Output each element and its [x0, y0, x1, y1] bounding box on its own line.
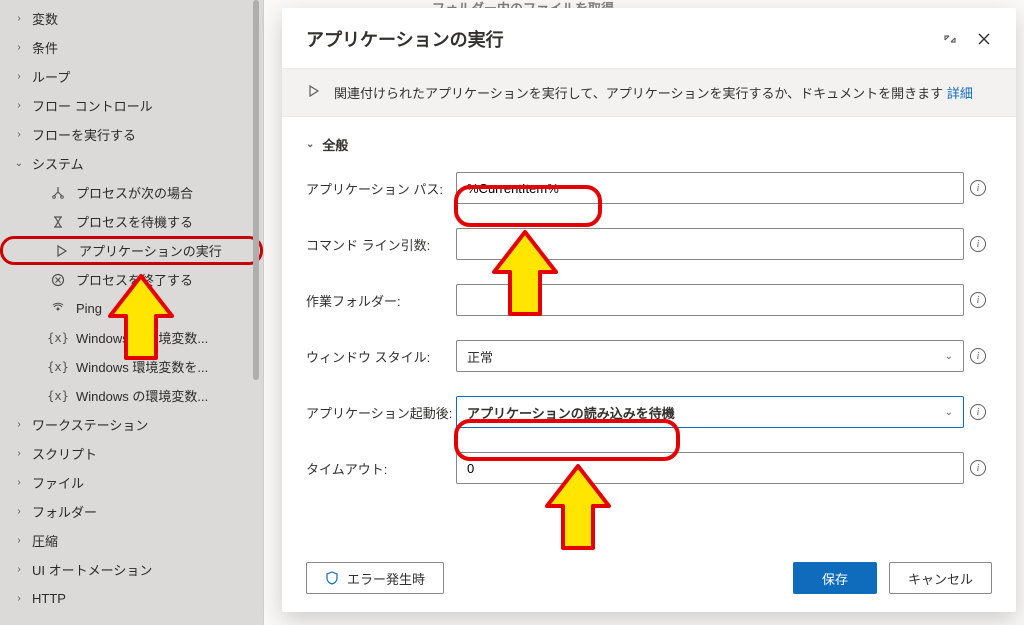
annotation-arrow-path — [490, 228, 560, 318]
tree-group-folder[interactable]: ›フォルダー — [0, 497, 263, 526]
section-general[interactable]: ⌄全般 — [306, 135, 992, 154]
tree-group-ui-automation[interactable]: ›UI オートメーション — [0, 555, 263, 584]
input-app-path[interactable] — [456, 172, 964, 204]
tree-group-system[interactable]: ⌄システム — [0, 149, 263, 178]
select-after-launch[interactable]: アプリケーションの読み込みを待機⌄ — [456, 396, 964, 428]
dialog-title: アプリケーションの実行 — [306, 26, 504, 52]
tree-item-process-if[interactable]: プロセスが次の場合 — [0, 178, 263, 207]
info-text: 関連付けられたアプリケーションを実行して、アプリケーションを実行するか、ドキュメ… — [334, 86, 943, 101]
annotation-arrow-sidebar — [106, 272, 176, 362]
info-bar: 関連付けられたアプリケーションを実行して、アプリケーションを実行するか、ドキュメ… — [282, 68, 1016, 117]
tree-group-workstation[interactable]: ›ワークステーション — [0, 410, 263, 439]
info-icon[interactable]: i — [970, 236, 986, 252]
info-icon[interactable]: i — [970, 404, 986, 420]
play-icon — [306, 84, 322, 101]
expand-icon[interactable] — [942, 31, 958, 47]
info-icon[interactable]: i — [970, 348, 986, 364]
shield-icon — [325, 571, 339, 585]
tree-group-runflow[interactable]: ›フローを実行する — [0, 120, 263, 149]
tree-group-loops[interactable]: ›ループ — [0, 62, 263, 91]
on-error-button[interactable]: エラー発生時 — [306, 562, 444, 594]
action-properties-dialog: アプリケーションの実行 関連付けられたアプリケーションを実行して、アプリケーショ… — [282, 8, 1016, 612]
cancel-button[interactable]: キャンセル — [889, 562, 992, 594]
tree-group-scripts[interactable]: ›スクリプト — [0, 439, 263, 468]
tree-group-conditions[interactable]: ›条件 — [0, 33, 263, 62]
dialog-header: アプリケーションの実行 — [282, 8, 1016, 68]
tree-group-http[interactable]: ›HTTP — [0, 584, 263, 613]
dialog-body: ⌄全般 アプリケーション パス: i コマンド ライン引数: i 作業フォルダー… — [282, 117, 1016, 548]
label-cmd-args: コマンド ライン引数: — [306, 235, 456, 254]
tree-item-wait-process[interactable]: プロセスを待機する — [0, 207, 263, 236]
tree-group-compress[interactable]: ›圧縮 — [0, 526, 263, 555]
close-icon[interactable] — [976, 31, 992, 47]
info-icon[interactable]: i — [970, 180, 986, 196]
label-win-style: ウィンドウ スタイル: — [306, 347, 456, 366]
annotation-arrow-after — [543, 462, 613, 552]
info-icon[interactable]: i — [970, 460, 986, 476]
save-button[interactable]: 保存 — [793, 562, 877, 594]
chevron-down-icon: ⌄ — [945, 351, 953, 362]
label-timeout: タイムアウト: — [306, 459, 456, 478]
dialog-footer: エラー発生時 保存 キャンセル — [282, 548, 1016, 612]
info-icon[interactable]: i — [970, 292, 986, 308]
select-win-style[interactable]: 正常⌄ — [456, 340, 964, 372]
tree-group-flowcontrol[interactable]: ›フロー コントロール — [0, 91, 263, 120]
label-work-dir: 作業フォルダー: — [306, 291, 456, 310]
tree-item-env-var-3[interactable]: {x}Windows の環境変数... — [0, 381, 263, 410]
chevron-down-icon: ⌄ — [945, 407, 953, 418]
label-after-launch: アプリケーション起動後: — [306, 403, 456, 422]
input-timeout[interactable] — [456, 452, 964, 484]
info-link[interactable]: 詳細 — [947, 86, 973, 101]
tree-group-file[interactable]: ›ファイル — [0, 468, 263, 497]
tree-group-variables[interactable]: ›変数 — [0, 4, 263, 33]
label-app-path: アプリケーション パス: — [306, 179, 456, 198]
tree-item-run-application[interactable]: アプリケーションの実行 — [0, 236, 263, 265]
